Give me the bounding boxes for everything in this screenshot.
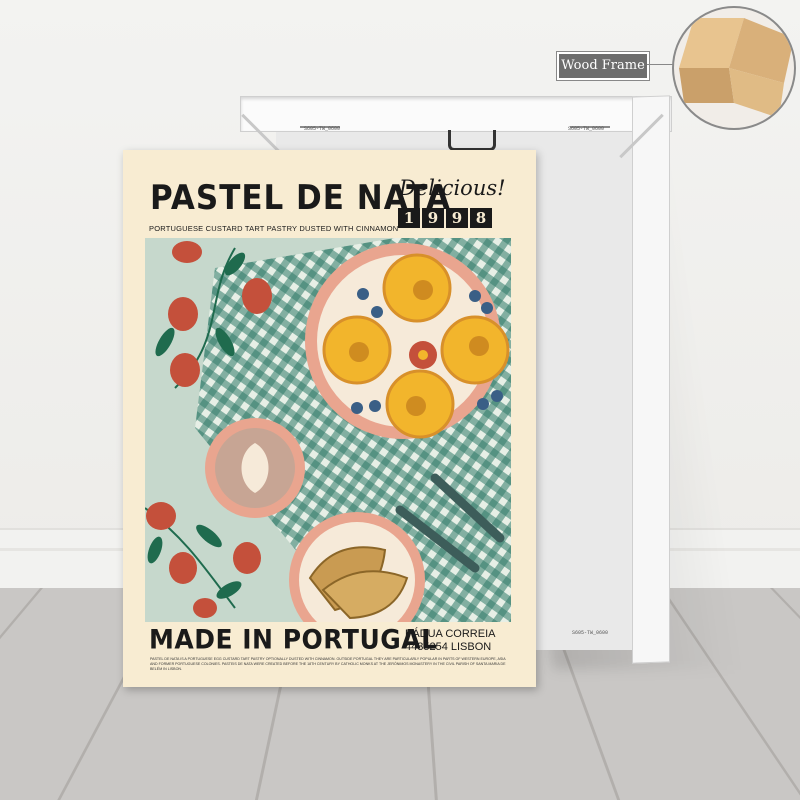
address-line: 4435254 LISBON bbox=[405, 641, 492, 653]
frame-right-bar bbox=[632, 95, 670, 664]
year-digit: 9 bbox=[422, 208, 444, 228]
strawberry bbox=[146, 502, 176, 530]
wood-frame-zoom bbox=[672, 6, 796, 130]
latte-cup bbox=[205, 418, 305, 518]
strawberry bbox=[242, 278, 272, 314]
year-digit: 1 bbox=[398, 208, 420, 228]
year-badge: 1 9 9 8 bbox=[398, 208, 492, 228]
strawberry bbox=[168, 297, 198, 331]
year-digit: 8 bbox=[470, 208, 492, 228]
year-digit: 9 bbox=[446, 208, 468, 228]
callout-connector bbox=[647, 64, 673, 65]
strawberry bbox=[233, 542, 261, 574]
strawberry bbox=[172, 241, 202, 263]
strawberry bbox=[169, 552, 197, 584]
back-label: S605-TW_0600 bbox=[304, 126, 341, 132]
address-block: PÁDUA CORREIA 4435254 LISBON bbox=[405, 628, 495, 654]
address-line: PÁDUA CORREIA bbox=[405, 628, 496, 640]
food-illustration bbox=[145, 238, 511, 622]
back-label: S605-TW_0600 bbox=[568, 126, 605, 132]
wood-frame-label: Wood Frame bbox=[556, 51, 650, 81]
poster-script-text: Delicious! bbox=[399, 176, 506, 200]
fine-print: PASTEL DE NATA IS A PORTUGUESE EGG CUSTA… bbox=[150, 657, 506, 671]
made-in-heading: MADE IN PORTUGAL bbox=[149, 624, 438, 655]
strawberry bbox=[193, 598, 217, 618]
strawberry bbox=[170, 353, 200, 387]
poster-subtitle: PORTUGUESE CUSTARD TART PASTRY DUSTED WI… bbox=[149, 224, 399, 233]
hanging-hook bbox=[448, 130, 496, 151]
back-label: S605-TW_0600 bbox=[572, 630, 609, 636]
